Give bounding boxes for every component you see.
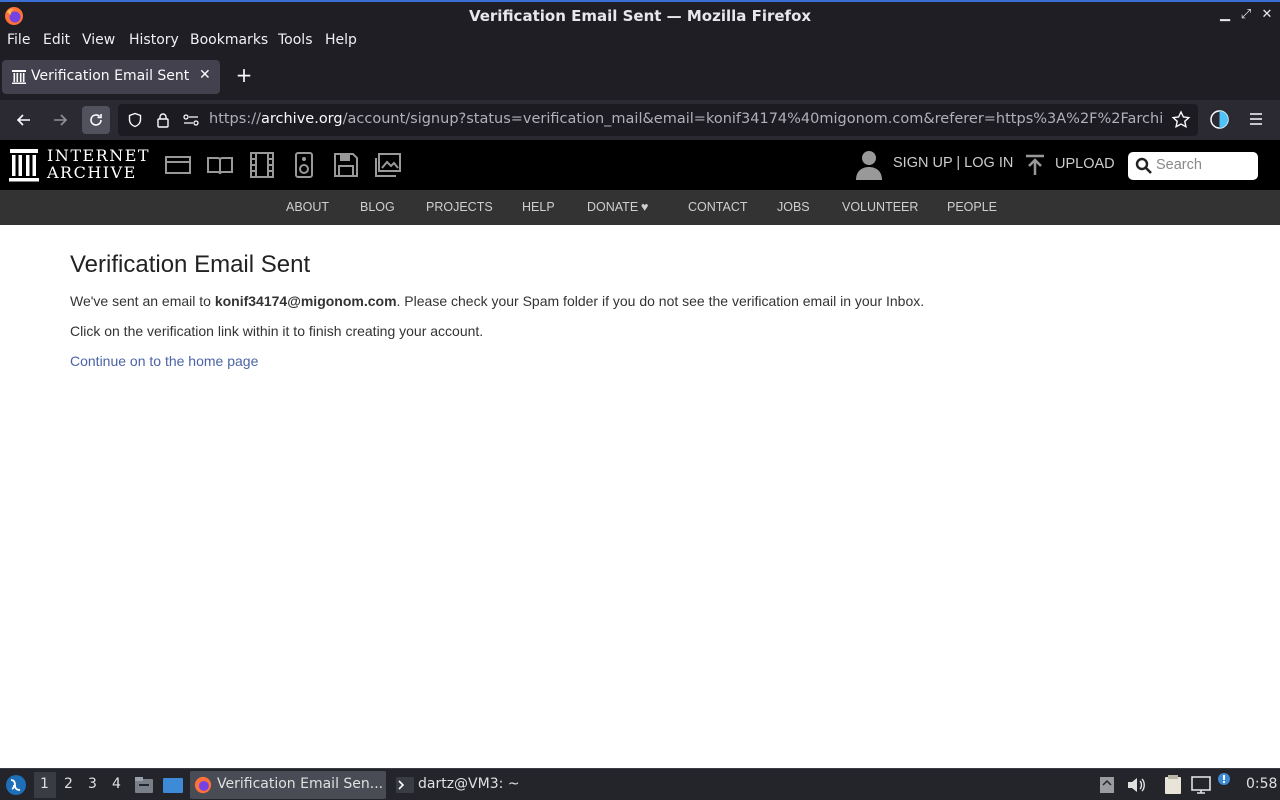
texts-book-icon[interactable]	[207, 152, 233, 178]
nav-donate[interactable]: DONATE	[587, 200, 638, 214]
maximize-button[interactable]: ⤢	[1237, 6, 1255, 24]
new-tab-button[interactable]: +	[233, 64, 255, 86]
upload-icon[interactable]	[1024, 154, 1046, 176]
instruction-message: Click on the verification link within it…	[70, 323, 484, 339]
notification-icon[interactable]	[1217, 772, 1231, 786]
lock-icon[interactable]	[155, 112, 171, 128]
terminal-icon	[396, 777, 414, 793]
bookmark-star-icon[interactable]	[1171, 110, 1191, 130]
workspace-2[interactable]: 2	[64, 776, 73, 792]
user-avatar-icon[interactable]	[855, 149, 883, 181]
audio-speaker-icon[interactable]	[291, 152, 317, 178]
ia-wordmark[interactable]: INTERNET ARCHIVE	[47, 147, 150, 181]
menu-edit[interactable]: Edit	[43, 32, 70, 48]
sent-message-before: We've sent an email to	[70, 293, 215, 309]
file-manager-icon[interactable]	[134, 775, 154, 795]
menu-file[interactable]: File	[7, 32, 30, 48]
tab-strip: Verification Email Sent ✕ +	[0, 54, 1280, 100]
ia-top-nav: INTERNET ARCHIVE SIGN UP | LOG IN UPLOAD…	[0, 140, 1280, 190]
menu-help[interactable]: Help	[325, 32, 357, 48]
images-icon[interactable]	[375, 152, 401, 178]
software-floppy-icon[interactable]	[333, 152, 359, 178]
taskbar: 1 2 3 4 Verification Email Sen... dartz@…	[0, 768, 1280, 800]
contrast-extension-icon[interactable]	[1209, 109, 1230, 130]
menu-bar: File Edit View History Bookmarks Tools H…	[0, 30, 1280, 54]
taskbar-task-firefox[interactable]: Verification Email Sen...	[190, 771, 386, 799]
url-host: archive.org	[260, 111, 343, 127]
nav-projects[interactable]: PROJECTS	[426, 200, 493, 214]
nav-people[interactable]: PEOPLE	[947, 200, 997, 214]
url-bar[interactable]: https://archive.org/account/signup?statu…	[118, 104, 1198, 136]
ia-wordmark-line2: ARCHIVE	[47, 163, 137, 182]
donate-heart-icon[interactable]: ♥	[641, 200, 648, 214]
nav-volunteer[interactable]: VOLUNTEER	[842, 200, 918, 214]
sent-message: We've sent an email to konif34174@migono…	[70, 293, 924, 309]
main-content: Verification Email Sent We've sent an em…	[70, 250, 1170, 369]
clipboard-tray-icon[interactable]	[1099, 776, 1115, 794]
menu-tools[interactable]: Tools	[278, 32, 313, 48]
upload-link[interactable]: UPLOAD	[1055, 156, 1115, 172]
nav-jobs[interactable]: JOBS	[777, 200, 810, 214]
forward-arrow-icon	[54, 114, 68, 126]
workspace-1[interactable]: 1	[40, 776, 49, 792]
menu-view[interactable]: View	[82, 32, 115, 48]
nav-help[interactable]: HELP	[522, 200, 555, 214]
tab-active[interactable]: Verification Email Sent ✕	[2, 60, 220, 94]
network-icon[interactable]	[1191, 776, 1211, 794]
back-button[interactable]	[10, 106, 38, 134]
task-label-terminal: dartz@VM3: ~	[418, 776, 520, 792]
close-window-button[interactable]: ✕	[1258, 6, 1276, 24]
ia-secondary-nav: ABOUT BLOG PROJECTS HELP DONATE ♥ CONTAC…	[0, 190, 1280, 225]
home-page-link[interactable]: Continue on to the home page	[70, 353, 258, 369]
tab-close-icon[interactable]: ✕	[199, 67, 211, 83]
nav-about[interactable]: ABOUT	[286, 200, 329, 214]
hamburger-menu-icon[interactable]	[1247, 110, 1265, 128]
minimize-button[interactable]: ▁	[1216, 6, 1234, 24]
url-path: /account/signup?status=verification_mail…	[342, 111, 1164, 127]
signup-login-link[interactable]: SIGN UP | LOG IN	[893, 155, 1013, 171]
window-titlebar: Verification Email Sent — Mozilla Firefo…	[0, 0, 1280, 30]
show-desktop-icon[interactable]	[162, 775, 184, 795]
workspace-3[interactable]: 3	[88, 776, 97, 792]
page-title: Verification Email Sent	[70, 251, 311, 278]
menu-bookmarks[interactable]: Bookmarks	[190, 32, 268, 48]
start-menu-icon[interactable]	[5, 774, 27, 796]
navigation-toolbar: https://archive.org/account/signup?statu…	[0, 100, 1280, 140]
workspace-4[interactable]: 4	[112, 776, 121, 792]
clock[interactable]: 0:58	[1246, 776, 1277, 792]
video-film-icon[interactable]	[249, 152, 275, 178]
window-title: Verification Email Sent — Mozilla Firefo…	[468, 7, 812, 25]
volume-icon[interactable]	[1126, 776, 1146, 794]
permissions-icon[interactable]	[182, 112, 200, 128]
search-icon[interactable]	[1135, 157, 1153, 175]
url-prefix: https://	[209, 111, 261, 127]
back-arrow-icon	[16, 114, 30, 126]
url-text[interactable]: https://archive.org/account/signup?statu…	[209, 111, 1164, 127]
nav-contact[interactable]: CONTACT	[688, 200, 748, 214]
archive-favicon-icon	[12, 70, 26, 84]
reload-button[interactable]	[82, 106, 110, 134]
sent-message-after: . Please check your Spam folder if you d…	[396, 293, 925, 309]
tab-title: Verification Email Sent	[31, 68, 190, 84]
firefox-task-icon	[194, 776, 212, 794]
menu-history[interactable]: History	[129, 32, 179, 48]
ia-wordmark-line1: INTERNET	[47, 146, 151, 165]
forward-button[interactable]	[46, 106, 74, 134]
web-icon[interactable]	[165, 152, 191, 178]
email-address: konif34174@migonom.com	[214, 293, 397, 309]
notes-tray-icon[interactable]	[1163, 775, 1183, 795]
taskbar-task-terminal[interactable]: dartz@VM3: ~	[392, 771, 522, 799]
nav-blog[interactable]: BLOG	[360, 200, 395, 214]
reload-icon	[90, 114, 102, 126]
internet-archive-logo-icon[interactable]	[9, 148, 39, 182]
search-placeholder: Search	[1156, 157, 1202, 173]
ia-search-input[interactable]: Search	[1128, 152, 1258, 180]
task-label-firefox: Verification Email Sen...	[217, 776, 384, 792]
shield-icon[interactable]	[127, 112, 143, 128]
